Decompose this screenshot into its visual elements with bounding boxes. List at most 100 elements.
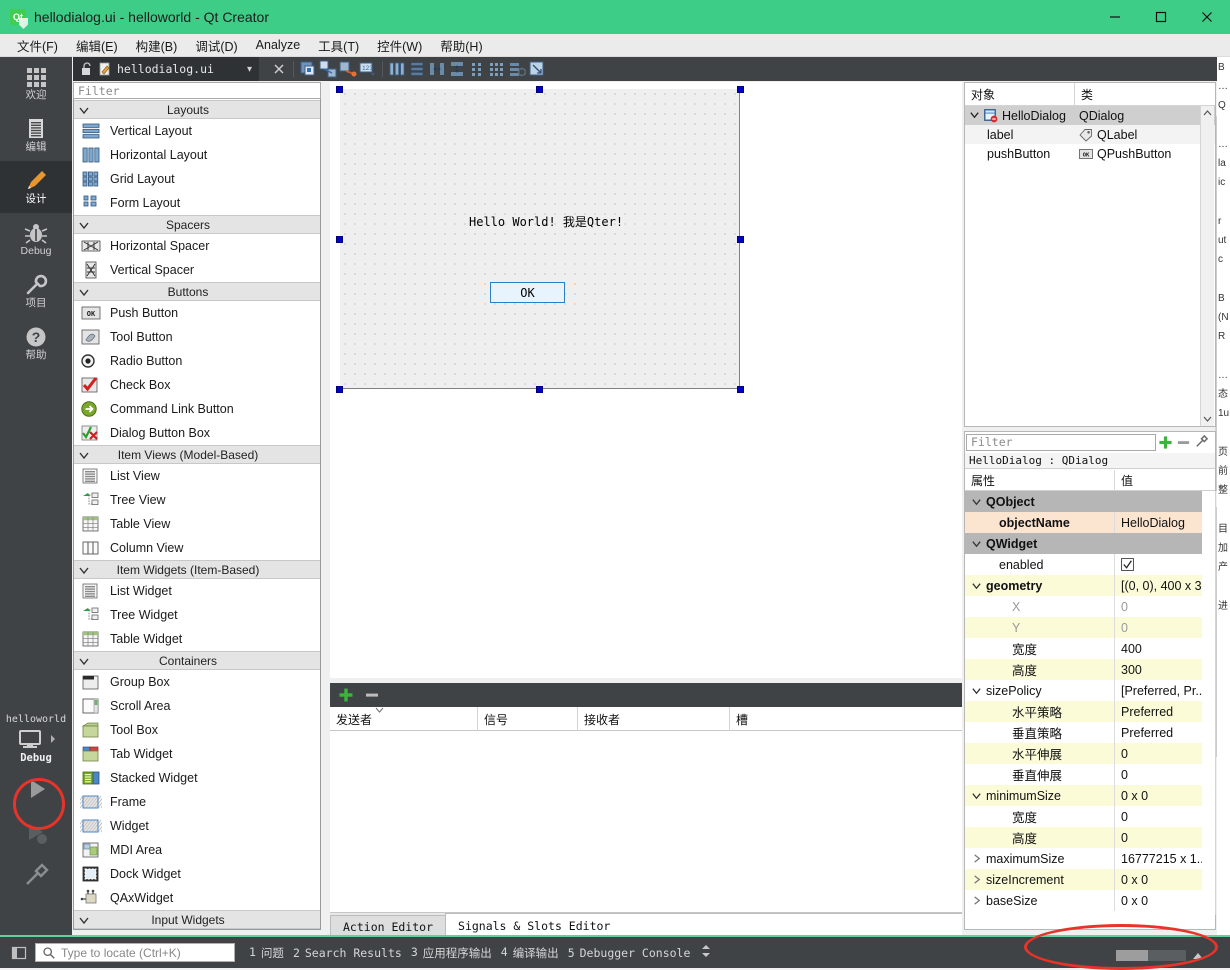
widget-item-list-widget[interactable]: List Widget [74,579,320,603]
configure-property-button[interactable] [1192,433,1210,451]
widget-item-table-widget[interactable]: Table Widget [74,627,320,651]
widget-item-grid-layout[interactable]: Grid Layout [74,167,320,191]
output-pane-4[interactable]: 4 编译输出 [501,945,559,961]
property-row-maximumSize[interactable]: maximumSize 16777215 x 1... [965,848,1202,869]
property-value-cell[interactable]: Preferred [1115,722,1202,743]
open-file-tab[interactable]: hellodialog.ui ▾ [73,57,259,81]
property-row-Y[interactable]: Y0 [965,617,1202,638]
widget-category-layouts[interactable]: Layouts [74,100,320,119]
expander-chevron-right-icon[interactable] [971,874,983,885]
widget-item-command-link-button[interactable]: Command Link Button [74,397,320,421]
edit-tab-order-button[interactable]: 123 [358,59,378,79]
file-dropdown-chevron-down-icon[interactable]: ▾ [247,64,252,75]
widget-item-horizontal-spacer[interactable]: Horizontal Spacer [74,234,320,258]
widget-item-tool-box[interactable]: Tool Box [74,718,320,742]
ss-column-3[interactable]: 接收者 [578,707,730,731]
property-value-cell[interactable]: 0 x 0 [1115,785,1202,806]
property-row-enabled[interactable]: enabled [965,554,1202,575]
menu-tools[interactable]: 工具(T) [309,34,368,57]
add-connection-button[interactable] [338,687,354,703]
edit-widgets-button[interactable] [298,59,318,79]
widget-item-qaxwidget[interactable]: QAxWidget [74,886,320,910]
resize-handle-top-right[interactable] [737,86,744,93]
property-value-cell[interactable]: 0 [1115,743,1202,764]
property-value-cell[interactable]: 0 [1115,827,1202,848]
output-pane-3[interactable]: 3 应用程序输出 [411,945,492,961]
widget-item-column-view[interactable]: Column View [74,536,320,560]
property-row-sizePolicy[interactable]: sizePolicy [Preferred, Pr... [965,680,1202,701]
menu-debug[interactable]: 调试(D) [186,34,246,57]
widget-item-table-view[interactable]: Table View [74,512,320,536]
locator-input[interactable]: Type to locate (Ctrl+K) [35,943,235,962]
widget-item-mdi-area[interactable]: MDI Area [74,838,320,862]
signals-slots-rows[interactable] [330,731,962,912]
property-row-QWidget[interactable]: QWidget [965,533,1202,554]
property-value-cell[interactable]: 0 x 0 [1115,869,1202,890]
property-row-objectName[interactable]: objectName HelloDialog [965,512,1202,533]
property-row-baseSize[interactable]: baseSize 0 x 0 [965,890,1202,911]
widget-item-tab-widget[interactable]: Tab Widget [74,742,320,766]
widget-item-frame[interactable]: Frame [74,790,320,814]
widget-category-item-views-model-based[interactable]: Item Views (Model-Based) [74,445,320,464]
mode-编辑[interactable]: 编辑 [0,109,72,161]
expander-chevron-down-icon[interactable] [971,496,983,507]
property-value-cell[interactable] [1115,533,1202,554]
widget-item-stacked-widget[interactable]: Stacked Widget [74,766,320,790]
output-pane-5[interactable]: 5 Debugger Console [568,946,691,960]
property-row-QObject[interactable]: QObject [965,491,1202,512]
property-row-sizeIncrement[interactable]: sizeIncrement 0 x 0 [965,869,1202,890]
menu-widgets[interactable]: 控件(W) [368,34,431,57]
layout-form-button[interactable] [467,59,487,79]
widget-item-radio-button[interactable]: Radio Button [74,349,320,373]
oi-scroll-down-arrow-icon[interactable] [1201,411,1214,426]
property-row-X[interactable]: X0 [965,596,1202,617]
maximize-button[interactable] [1138,0,1184,34]
kit-selector-zone[interactable]: helloworld Debug [0,714,72,906]
widget-item-list-view[interactable]: List View [74,464,320,488]
menu-help[interactable]: 帮助(H) [431,34,491,57]
property-row-垂直策略[interactable]: 垂直策略 Preferred [965,722,1202,743]
resize-handle-middle-left[interactable] [336,236,343,243]
property-value-cell[interactable]: HelloDialog [1115,512,1202,533]
property-row-高度[interactable]: 高度 0 [965,827,1202,848]
form-pushbutton-widget[interactable]: OK [490,282,565,303]
resize-handle-bottom-right[interactable] [737,386,744,393]
object-row-pushButton[interactable]: pushButton OK QPushButton [965,144,1215,163]
expander-chevron-down-icon[interactable] [969,109,980,123]
property-value-cell[interactable]: 0 [1115,617,1202,638]
resize-handle-top-left[interactable] [336,86,343,93]
sidebar-toggle-button[interactable] [8,942,30,964]
widget-category-containers[interactable]: Containers [74,651,320,670]
adjust-size-button[interactable] [527,59,547,79]
layout-horizontally-button[interactable] [387,59,407,79]
property-row-geometry[interactable]: geometry [(0, 0), 400 x 3... [965,575,1202,596]
expander-chevron-down-icon[interactable] [971,538,983,549]
property-value-cell[interactable]: 0 x 0 [1115,890,1202,911]
property-editor-rows[interactable]: QObject objectName HelloDialog QWidget enabl… [965,491,1202,915]
right-edge-hidden-panel[interactable]: B … Q … la ic r ut c B (N R … 态 1u 页前整目加产进 [1217,57,1230,937]
property-row-minimumSize[interactable]: minimumSize 0 x 0 [965,785,1202,806]
property-value-cell[interactable]: 0 [1115,764,1202,785]
layout-splitter-vertical-button[interactable] [447,59,467,79]
layout-grid-button[interactable] [487,59,507,79]
property-filter-input[interactable]: Filter [966,433,1156,451]
mode-debug[interactable]: Debug [0,213,72,265]
widget-item-vertical-spacer[interactable]: Vertical Spacer [74,258,320,282]
layout-vertically-button[interactable] [407,59,427,79]
widget-item-form-layout[interactable]: Form Layout [74,191,320,215]
property-row-水平策略[interactable]: 水平策略 Preferred [965,701,1202,722]
resize-handle-bottom-left[interactable] [336,386,343,393]
widget-box-list[interactable]: Layouts Vertical Layout Horizontal Layout G… [74,100,320,929]
property-value-cell[interactable]: 300 [1115,659,1202,680]
property-value-cell[interactable]: 16777215 x 1... [1115,848,1202,869]
widget-item-check-box[interactable]: Check Box [74,373,320,397]
property-value-cell[interactable]: [(0, 0), 400 x 3... [1115,575,1202,596]
output-pane-1[interactable]: 1 问题 [249,945,284,961]
widget-item-group-box[interactable]: Group Box [74,670,320,694]
expander-chevron-down-icon[interactable] [971,580,983,591]
menu-file[interactable]: 文件(F) [8,34,67,57]
layout-splitter-horizontal-button[interactable] [427,59,447,79]
ss-column-1[interactable]: 发送者 [330,707,478,731]
resize-handle-top-center[interactable] [536,86,543,93]
remove-connection-button[interactable] [364,687,380,703]
